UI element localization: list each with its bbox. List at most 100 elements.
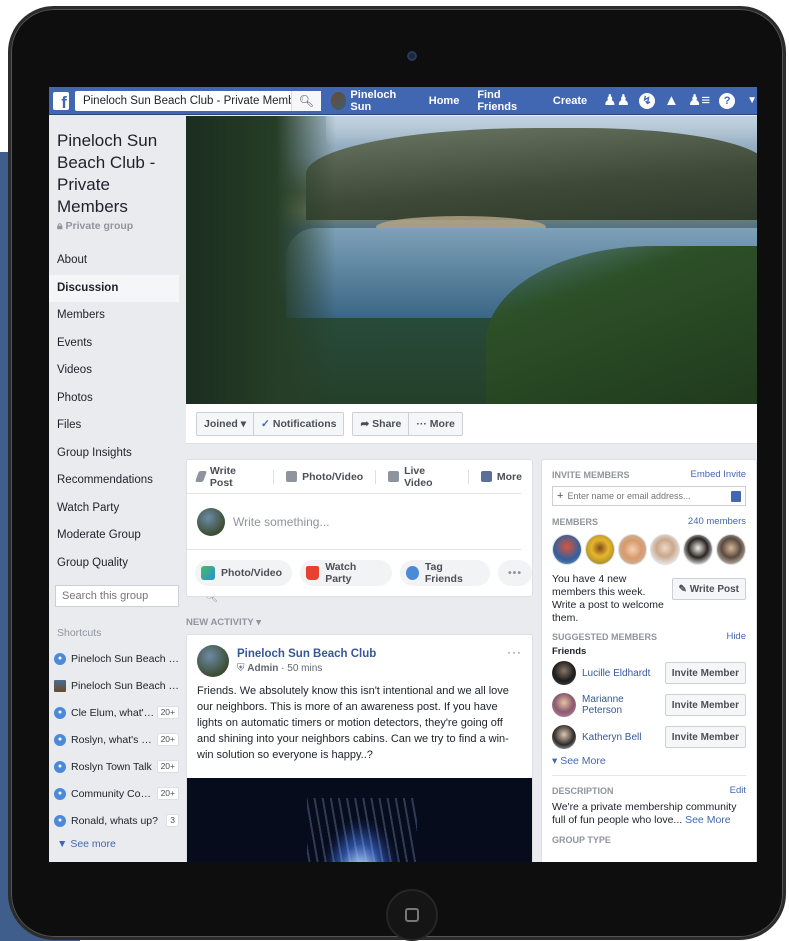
nav-user-name: Pineloch Sun: [350, 88, 397, 113]
sidebar-item-discussion[interactable]: Discussion: [49, 274, 179, 302]
shortcuts-heading: Shortcuts: [57, 627, 102, 639]
video-camera-icon: [388, 471, 400, 482]
suggested-member-name[interactable]: Marianne Peterson: [582, 694, 665, 716]
post-author[interactable]: Pineloch Sun Beach Club: [237, 648, 376, 660]
tab-photo-video[interactable]: Photo/Video: [286, 471, 363, 483]
avatar[interactable]: [650, 534, 681, 565]
shortcut-label: Ronald, whats up?: [71, 814, 158, 827]
cover-photo[interactable]: [186, 116, 757, 404]
suggested-member-name[interactable]: Katheryn Bell: [582, 732, 665, 743]
people-icon[interactable]: ♟≡: [688, 92, 710, 109]
help-icon[interactable]: ?: [719, 92, 736, 109]
invite-member-button[interactable]: Invite Member: [664, 694, 746, 716]
more-button[interactable]: ··· More: [409, 411, 463, 436]
sidebar-item-videos[interactable]: Videos: [49, 357, 185, 385]
sidebar-item-recommendations[interactable]: Recommendations: [49, 467, 185, 495]
home-button[interactable]: [386, 889, 438, 941]
invite-input[interactable]: [567, 491, 731, 501]
photo-video-label: Photo/Video: [302, 470, 364, 483]
contacts-icon[interactable]: [731, 490, 741, 502]
shortcuts-see-more-link[interactable]: ▼ See more: [49, 838, 185, 850]
watch-party-button[interactable]: Watch Party: [300, 560, 392, 586]
popcorn-icon: [306, 566, 320, 580]
post-options-icon[interactable]: ···: [507, 645, 522, 659]
sidebar-item-watch-party[interactable]: Watch Party: [49, 495, 185, 523]
suggested-member-name[interactable]: Lucille Eldhardt: [582, 668, 665, 679]
nav-find-friends-link[interactable]: Find Friends: [477, 89, 535, 113]
description-heading: DESCRIPTION: [552, 785, 614, 796]
photo-video-button[interactable]: Photo/Video: [195, 560, 293, 586]
hide-link[interactable]: Hide: [726, 631, 746, 642]
edit-description-link[interactable]: Edit: [730, 785, 746, 796]
tag-friends-pill-label: Tag Friends: [424, 561, 463, 585]
avatar[interactable]: [617, 534, 648, 565]
avatar[interactable]: [716, 534, 746, 565]
joined-button[interactable]: Joined ▾: [196, 411, 255, 436]
post-image[interactable]: [187, 778, 532, 862]
shortcut-item[interactable]: ● Ronald, whats up? 3: [49, 807, 185, 834]
sidebar-item-moderate-group[interactable]: Moderate Group: [49, 522, 185, 550]
feed-post: Pineloch Sun Beach Club ⛨ Admin · 50 min…: [186, 634, 533, 862]
suggested-member-row: Marianne Peterson Invite Member: [552, 689, 746, 721]
search-icon[interactable]: 🔍︎: [290, 90, 321, 111]
shortcut-item[interactable]: Pineloch Sun Beach Club: [49, 672, 185, 699]
chevron-down-icon[interactable]: ▼: [747, 95, 757, 106]
sidebar-item-files[interactable]: Files: [49, 412, 185, 440]
count-badge: 20+: [156, 706, 179, 719]
shortcut-item[interactable]: ● Roslyn Town Talk 20+: [49, 753, 185, 780]
tab-more[interactable]: More: [480, 471, 522, 483]
sidebar-item-events[interactable]: Events: [49, 330, 185, 358]
notifications-button[interactable]: ✓ Notifications: [254, 411, 345, 436]
tag-friends-button[interactable]: Tag Friends: [399, 560, 490, 586]
group-title[interactable]: Pineloch Sun Beach Club - Private Member…: [49, 116, 185, 218]
sidebar-item-group-insights[interactable]: Group Insights: [49, 440, 185, 468]
pencil-icon: ✎: [678, 583, 690, 595]
avatar[interactable]: [552, 693, 576, 717]
shortcut-item[interactable]: ● Community Conne...20+: [49, 780, 185, 807]
suggested-member-row: Lucille Eldhardt Invite Member: [552, 657, 746, 689]
avatar[interactable]: [584, 534, 615, 565]
post-time[interactable]: 50 mins: [287, 663, 322, 674]
new-activity-sort[interactable]: NEW ACTIVITY ▾: [186, 617, 261, 628]
embed-invite-link[interactable]: Embed Invite: [691, 469, 746, 480]
notifications-bell-icon[interactable]: ▲: [664, 92, 679, 109]
screen: f 🔍︎ Pineloch Sun Home Find Friends Crea…: [49, 87, 757, 862]
shortcut-item[interactable]: ● Pineloch Sun Beach Cl...: [49, 645, 185, 672]
sidebar-item-members[interactable]: Members: [49, 302, 185, 330]
facebook-logo-icon[interactable]: f: [53, 91, 69, 110]
search-input[interactable]: [74, 94, 291, 107]
post-composer: Write Post Photo/Video Live Video More W…: [186, 459, 533, 597]
sidebar-item-about[interactable]: About: [49, 247, 185, 275]
sidebar-item-photos[interactable]: Photos: [49, 385, 185, 413]
group-search-input[interactable]: [56, 590, 204, 602]
avatar[interactable]: [552, 725, 576, 749]
cover-mountain: [306, 128, 757, 220]
tab-write-post[interactable]: Write Post: [194, 465, 261, 489]
avatar[interactable]: [552, 661, 576, 685]
nav-home-link[interactable]: Home: [429, 95, 460, 107]
tab-live-video[interactable]: Live Video: [388, 465, 456, 489]
count-badge: 3: [166, 814, 179, 827]
avatar[interactable]: [683, 534, 714, 565]
suggested-see-more-link[interactable]: ▾ See More: [552, 755, 746, 776]
shortcut-item[interactable]: ● Cle Elum, what's up?20+: [49, 699, 185, 726]
messenger-icon[interactable]: ↯: [639, 92, 656, 109]
share-button[interactable]: ➦ Share: [352, 411, 410, 436]
sidebar-item-group-quality[interactable]: Group Quality: [49, 550, 185, 578]
nav-profile-link[interactable]: Pineloch Sun: [330, 88, 411, 113]
composer-placeholder[interactable]: Write something...: [233, 515, 329, 529]
share-arrow-icon: ➦: [360, 417, 373, 430]
avatar[interactable]: [552, 534, 582, 565]
friend-requests-icon[interactable]: ♟♟: [603, 92, 630, 109]
members-count-link[interactable]: 240 members: [688, 516, 746, 527]
nav-create-link[interactable]: Create: [553, 95, 587, 107]
avatar[interactable]: [197, 645, 229, 677]
more-options-button[interactable]: •••: [497, 560, 532, 586]
composer-input-row[interactable]: Write something...: [187, 494, 522, 550]
description-see-more-link[interactable]: See More: [685, 814, 731, 826]
invite-member-button[interactable]: Invite Member: [664, 662, 746, 684]
share-more-buttons: ➦ Share ··· More: [352, 411, 463, 436]
shortcut-item[interactable]: ● Roslyn, what's up? 20+: [49, 726, 185, 753]
write-post-button[interactable]: ✎ Write Post: [671, 578, 746, 600]
invite-member-button[interactable]: Invite Member: [664, 726, 746, 748]
